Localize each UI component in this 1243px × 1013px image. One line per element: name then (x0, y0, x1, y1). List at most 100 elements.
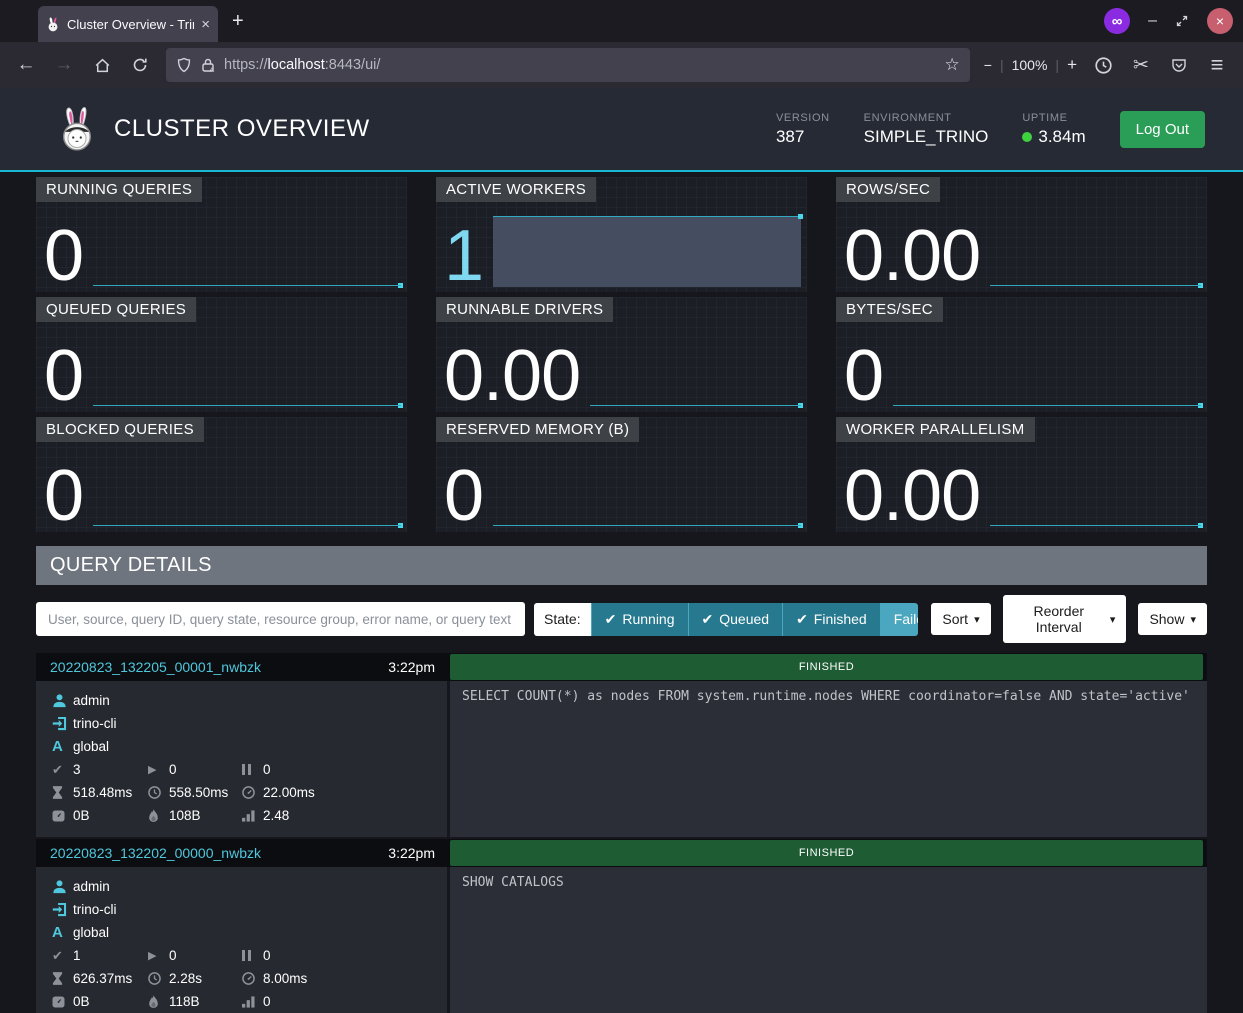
tile-value: 0 (844, 342, 883, 410)
lock-warning-icon[interactable] (200, 57, 216, 73)
flame-icon (148, 995, 169, 1008)
current-memory: 0B (73, 994, 90, 1009)
bar-chart-icon (242, 996, 263, 1008)
tile-label: ACTIVE WORKERS (436, 177, 596, 202)
sparkline (93, 452, 403, 530)
bar-chart-icon (242, 810, 263, 822)
tile-label: BYTES/SEC (836, 297, 943, 322)
query-id-link[interactable]: 20220823_132202_00000_nwbzk (50, 845, 261, 861)
query-time: 3:22pm (388, 659, 435, 675)
uptime-green-dot (1022, 132, 1032, 142)
state-filter-running[interactable]: ✔ Running (591, 603, 688, 636)
bookmark-star-icon[interactable]: ☆ (945, 55, 960, 75)
tile-label: RESERVED MEMORY (B) (436, 417, 639, 442)
screenshot-scissors-icon[interactable]: ✂ (1125, 49, 1157, 81)
query-card: 20220823_132202_00000_nwbzk 3:22pm FINIS… (36, 839, 1207, 1013)
gauge-icon (242, 786, 263, 799)
url-text[interactable]: https://localhost:8443/ui/ (224, 57, 937, 73)
query-status-badge: FINISHED (450, 654, 1203, 680)
query-search-input[interactable] (36, 602, 525, 636)
trino-favicon (46, 17, 60, 32)
tile-runnable-drivers: RUNNABLE DRIVERS 0.00 (436, 297, 807, 412)
gauge-icon (242, 972, 263, 985)
flame-icon (148, 809, 169, 822)
zoom-out-icon[interactable]: − (984, 57, 992, 73)
execution-time: 8.00ms (263, 971, 307, 986)
history-clock-icon[interactable] (1087, 49, 1119, 81)
zoom-in-icon[interactable]: + (1067, 55, 1077, 75)
sort-dropdown[interactable]: Sort ▾ (931, 603, 990, 635)
cpu-time: 558.50ms (169, 785, 228, 800)
tile-value: 0.00 (844, 222, 980, 290)
tile-value: 1 (444, 222, 483, 290)
window-close-button[interactable]: × (1207, 8, 1233, 34)
splits-queued: 0 (263, 762, 271, 777)
pocket-icon[interactable] (1163, 49, 1195, 81)
pause-icon (242, 764, 263, 775)
sparkline (990, 452, 1203, 530)
browser-titlebar: Cluster Overview - Trino × + ∞ – × (0, 0, 1243, 42)
private-browsing-mask-icon: ∞ (1104, 8, 1130, 34)
shield-icon[interactable] (176, 57, 192, 73)
trino-bunny-logo (58, 105, 96, 153)
query-card: 20220823_132205_00001_nwbzk 3:22pm FINIS… (36, 653, 1207, 837)
zoom-level[interactable]: 100% (1012, 57, 1048, 73)
clock-icon (148, 786, 169, 799)
query-sql-text: SHOW CATALOGS (450, 867, 1207, 1013)
cumulative-memory: 0 (263, 994, 271, 1009)
wall-time: 626.37ms (73, 971, 132, 986)
query-resource-group: global (73, 739, 109, 754)
query-source: trino-cli (73, 902, 117, 917)
new-tab-button[interactable]: + (232, 10, 244, 42)
query-source: trino-cli (73, 716, 117, 731)
tile-label: ROWS/SEC (836, 177, 940, 202)
state-filter-finished[interactable]: ✔ Finished (782, 603, 880, 636)
tile-worker-parallelism: WORKER PARALLELISM 0.00 (836, 417, 1207, 532)
tile-rows-sec: ROWS/SEC 0.00 (836, 177, 1207, 292)
show-dropdown[interactable]: Show ▾ (1138, 603, 1207, 635)
chevron-down-icon: ▾ (1190, 613, 1196, 626)
trino-header: CLUSTER OVERVIEW VERSION 387 ENVIRONMENT… (0, 88, 1243, 172)
reload-icon[interactable] (124, 49, 156, 81)
home-icon[interactable] (86, 49, 118, 81)
wall-time: 518.48ms (73, 785, 132, 800)
splits-running: 0 (169, 762, 177, 777)
environment-stat: ENVIRONMENT SIMPLE_TRINO (864, 112, 989, 147)
tile-value: 0.00 (444, 342, 580, 410)
cumulative-memory: 2.48 (263, 808, 289, 823)
peak-memory: 108B (169, 808, 201, 823)
window-restore-button[interactable] (1175, 14, 1189, 28)
url-bar[interactable]: https://localhost:8443/ui/ ☆ (166, 48, 970, 82)
state-filter-failed-dropdown[interactable]: Failed ▾ (880, 603, 919, 636)
stat-tiles-grid: RUNNING QUERIES 0 ACTIVE WORKERS 1 ROWS/… (36, 177, 1207, 532)
reorder-interval-dropdown[interactable]: Reorder Interval ▾ (1003, 595, 1127, 643)
tile-value: 0 (44, 462, 83, 530)
resource-group-icon: A (52, 924, 73, 941)
sparkline (93, 332, 403, 410)
browser-tab[interactable]: Cluster Overview - Trino × (38, 6, 218, 42)
logout-button[interactable]: Log Out (1120, 111, 1205, 148)
tab-close-icon[interactable]: × (201, 16, 210, 33)
check-icon: ✔ (702, 611, 714, 628)
tile-label: RUNNING QUERIES (36, 177, 202, 202)
window-minimize-button[interactable]: – (1148, 12, 1157, 30)
sparkline (893, 332, 1203, 410)
splits-queued: 0 (263, 948, 271, 963)
tab-title: Cluster Overview - Trino (67, 17, 194, 32)
state-filter-queued[interactable]: ✔ Queued (688, 603, 783, 636)
execution-time: 22.00ms (263, 785, 315, 800)
cpu-time: 2.28s (169, 971, 202, 986)
splits-completed: 1 (73, 948, 81, 963)
back-icon[interactable]: ← (10, 49, 42, 81)
query-user: admin (73, 879, 110, 894)
query-id-link[interactable]: 20220823_132205_00001_nwbzk (50, 659, 261, 675)
sparkline (493, 452, 803, 530)
check-icon: ✔ (796, 611, 808, 628)
peak-memory: 118B (169, 994, 200, 1009)
menu-hamburger-icon[interactable]: ≡ (1201, 49, 1233, 81)
splits-running: 0 (169, 948, 177, 963)
check-icon: ✔ (52, 762, 73, 778)
tile-queued-queries: QUEUED QUERIES 0 (36, 297, 407, 412)
sparkline (493, 212, 803, 290)
user-icon (52, 693, 73, 708)
